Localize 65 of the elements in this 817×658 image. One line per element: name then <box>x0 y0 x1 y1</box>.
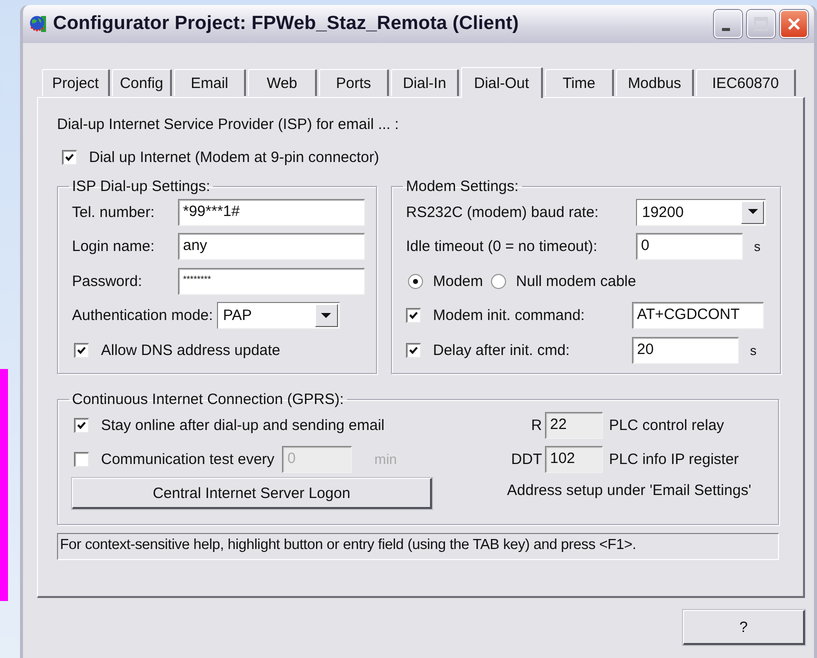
check-icon <box>63 151 76 164</box>
checkbox[interactable] <box>62 150 77 165</box>
radio-label: Null modem cable <box>516 272 636 290</box>
unit-label: min <box>374 451 397 467</box>
input-field[interactable]: 20 <box>632 336 739 364</box>
group-title: Continuous Internet Connection (GPRS): <box>71 391 345 408</box>
input-field[interactable]: 0 <box>636 233 743 260</box>
tab[interactable]: Config <box>112 69 172 96</box>
input-field[interactable]: *99***1# <box>178 198 365 226</box>
note-text: Address setup under 'Email Settings' <box>507 482 752 499</box>
input-field[interactable]: any <box>178 233 365 260</box>
register-prefix: R <box>530 416 542 434</box>
dropdown-value: PAP <box>222 307 253 324</box>
baud-rate-dropdown[interactable]: 19200 <box>636 198 766 226</box>
globe-icon <box>29 15 47 33</box>
tab[interactable]: Dial-Out <box>461 67 543 98</box>
help-button[interactable]: ? <box>683 610 805 645</box>
minimize-button[interactable] <box>714 10 742 38</box>
checkbox-label: Stay online after dial-up and sending email <box>101 416 385 434</box>
field-label: Password: <box>72 272 144 290</box>
logon-button[interactable]: Central Internet Server Logon <box>72 478 432 509</box>
radio-button[interactable] <box>408 274 423 289</box>
field-label: Authentication mode: <box>72 307 213 324</box>
checkbox-label: Communication test every <box>101 450 274 468</box>
field-label: Login name: <box>72 238 156 256</box>
help-text: For context-sensitive help, highlight button or entry field (using the TAB key) and press <F1>. <box>57 533 779 560</box>
tab[interactable]: Time <box>545 69 614 96</box>
unit-label: s <box>750 342 756 358</box>
checkbox[interactable] <box>74 418 89 432</box>
checkbox[interactable] <box>74 342 89 358</box>
tab[interactable]: Web <box>248 69 317 96</box>
authentication-dropdown[interactable]: PAP <box>216 302 340 330</box>
unit-label: s <box>754 239 760 254</box>
window-title: Configurator Project: FPWeb_Staz_Remota (Client) <box>53 13 519 35</box>
register-field[interactable]: 102 <box>545 446 603 472</box>
group-title: Modem Settings: <box>405 178 520 195</box>
minimize-icon <box>722 28 730 30</box>
input-field[interactable]: ******** <box>178 268 365 295</box>
register-prefix: DDT <box>510 450 542 468</box>
tab[interactable]: Email <box>174 69 246 96</box>
checkbox-label: Allow DNS address update <box>101 342 280 359</box>
tab[interactable]: Ports <box>319 69 389 96</box>
checkbox[interactable] <box>406 308 421 324</box>
maximize-icon <box>751 14 771 34</box>
group-title: ISP Dial-up Settings: <box>71 178 212 195</box>
field-label: Idle timeout (0 = no timeout): <box>406 238 598 256</box>
close-button[interactable] <box>780 10 808 38</box>
register-field[interactable]: 22 <box>545 412 603 438</box>
dropdown-value: 19200 <box>641 204 685 221</box>
checkbox-label: Dial up Internet (Modem at 9-pin connector) <box>89 149 380 166</box>
tab[interactable]: Modbus <box>616 69 694 96</box>
input-field[interactable]: AT+CGDCONT <box>632 302 764 330</box>
radio-label: Modem <box>433 272 484 290</box>
tab[interactable]: Dial-In <box>391 69 459 96</box>
tab[interactable]: IEC60870 <box>696 69 796 96</box>
checkbox-label: Modem init. command: <box>433 307 585 324</box>
tab[interactable]: Project <box>42 69 110 96</box>
field-label: RS232C (modem) baud rate: <box>406 204 600 221</box>
field-label: Tel. number: <box>72 204 156 221</box>
checkbox[interactable] <box>406 342 421 358</box>
intro-text: Dial-up Internet Service Provider (ISP) for email ... : <box>57 116 400 133</box>
register-label: PLC info IP register <box>609 450 739 468</box>
register-label: PLC control relay <box>609 416 724 434</box>
checkbox-label: Delay after init. cmd: <box>433 342 570 359</box>
radio-button[interactable] <box>491 274 506 289</box>
